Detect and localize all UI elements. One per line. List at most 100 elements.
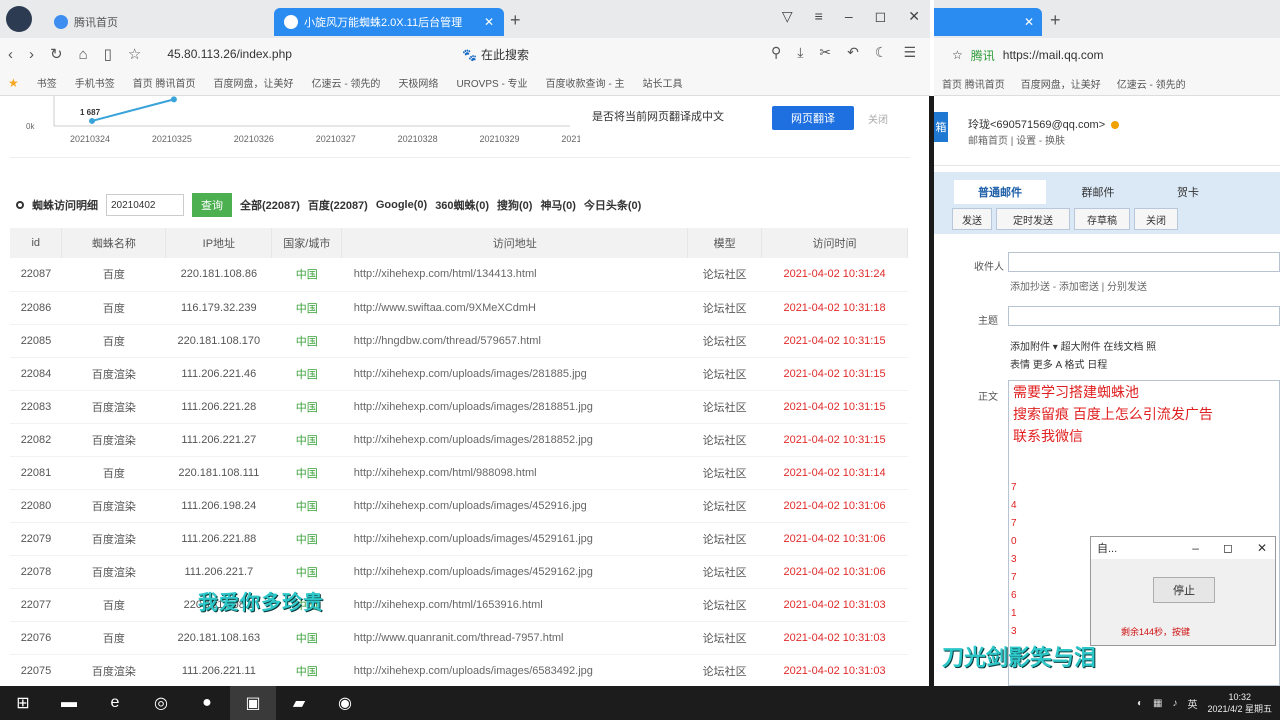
radio-icon[interactable] [16, 201, 24, 209]
new-tab-icon[interactable]: + [1050, 10, 1061, 31]
new-tab-icon[interactable]: + [510, 10, 521, 31]
ime-indicator[interactable]: 英 [1187, 696, 1197, 711]
filter-count-sogou[interactable]: 搜狗(0) [497, 197, 532, 213]
bookmark-item[interactable]: 亿速云 - 领先的 [312, 75, 381, 90]
to-field[interactable] [1008, 252, 1280, 272]
chat-icon[interactable]: ▰ [276, 686, 322, 720]
attach-toolbar[interactable]: 添加附件 ▾ 超大附件 在线文档 照 [1010, 338, 1156, 353]
bookmarks-bar: ★ 书签 手机书签 首页 腾讯首页 百度网盘，让美好 亿速云 - 领先的 天极网… [0, 70, 930, 96]
search-icon[interactable]: ⚲ [771, 44, 781, 61]
home-icon[interactable]: ⌂ [79, 46, 88, 63]
file-explorer-icon[interactable]: ▬ [46, 686, 92, 720]
filter-count-shenma[interactable]: 神马(0) [540, 197, 575, 213]
cell-url[interactable]: http://xihehexp.com/uploads/images/65834… [341, 654, 688, 686]
bookmark-item[interactable]: 亿速云 - 领先的 [1117, 76, 1186, 91]
tab-normal-mail[interactable]: 普通邮件 [954, 180, 1046, 204]
filter-count-toutiao[interactable]: 今日头条(0) [584, 197, 641, 213]
right-tab-qqmail[interactable]: ✕ [934, 8, 1042, 36]
menu-icon[interactable]: ☰ [903, 44, 916, 61]
cell-url[interactable]: http://xihehexp.com/html/988098.html [341, 456, 688, 490]
cell-url[interactable]: http://www.quanranit.com/thread-7957.htm… [341, 621, 688, 655]
undo-icon[interactable]: ↶ [847, 44, 859, 61]
bookmark-item[interactable]: 书签 [37, 75, 57, 90]
bookmark-item[interactable]: 手机书签 [75, 75, 115, 90]
format-toolbar[interactable]: 表情 更多 A 格式 日程 [1010, 356, 1107, 371]
filter-count-360[interactable]: 360蜘蛛(0) [435, 197, 489, 213]
maximize-icon[interactable]: ◻ [875, 8, 887, 25]
system-clock[interactable]: 10:32 2021/4/2 星期五 [1207, 691, 1272, 715]
bookmark-item[interactable]: 百度网盘，让美好 [1021, 76, 1101, 91]
subject-field[interactable] [1008, 306, 1280, 326]
star-icon[interactable]: ☆ [128, 45, 141, 63]
download-icon[interactable]: ⤓ [797, 44, 803, 61]
bookmark-item[interactable]: 站长工具 [642, 75, 682, 90]
cc-links[interactable]: 添加抄送 - 添加密送 | 分别发送 [1010, 278, 1147, 293]
tab-close-icon[interactable]: ✕ [484, 15, 494, 29]
cell-url[interactable]: http://xihehexp.com/uploads/images/45291… [341, 489, 688, 523]
query-button[interactable]: 查询 [192, 193, 232, 217]
close-icon[interactable]: ✕ [1257, 541, 1267, 555]
mail-links[interactable]: 邮箱首页 | 设置 - 换肤 [968, 132, 1065, 147]
filter-count-google[interactable]: Google(0) [376, 199, 427, 211]
user-avatar[interactable] [6, 6, 32, 32]
maximize-icon[interactable]: ◻ [1223, 541, 1233, 555]
record-icon[interactable]: ● [184, 686, 230, 720]
address-bar[interactable]: 45.80.113.26/index.php [167, 47, 292, 61]
tab-group-mail[interactable]: 群邮件 [1058, 180, 1138, 204]
minimize-icon[interactable]: – [1192, 541, 1199, 555]
filter-count-baidu[interactable]: 百度(22087) [308, 197, 368, 213]
bookmark-item[interactable]: 首页 腾讯首页 [942, 76, 1005, 91]
bookmark-item[interactable]: 百度网盘，让美好 [214, 75, 294, 90]
shield-icon[interactable]: ▽ [782, 8, 793, 25]
browser-icon[interactable]: ◎ [138, 686, 184, 720]
tab-tencent-home[interactable]: 腾讯首页 [44, 8, 264, 36]
tab-greeting-card[interactable]: 贺卡 [1148, 180, 1228, 204]
edge-icon[interactable]: e [92, 686, 138, 720]
cell-url[interactable]: http://xihehexp.com/uploads/images/45291… [341, 522, 688, 556]
cell-model: 论坛社区 [687, 522, 762, 556]
translate-button[interactable]: 网页翻译 [772, 106, 854, 130]
cell-url[interactable]: http://xihehexp.com/uploads/images/28188… [341, 357, 688, 391]
bookmark-item[interactable]: 百度收款查询 - 主 [546, 75, 625, 90]
cell-url[interactable]: http://xihehexp.com/html/134413.html [341, 258, 688, 292]
send-button[interactable]: 发送 [952, 208, 992, 230]
refresh-icon[interactable]: ↻ [50, 45, 63, 63]
date-input[interactable] [106, 194, 184, 216]
bookmark-star-icon: ★ [8, 75, 19, 90]
cell-url[interactable]: http://www.swiftaa.com/9XMeXCdmH [341, 291, 688, 325]
volume-icon[interactable]: ♪ [1172, 698, 1177, 709]
cell-url[interactable]: http://hngdbw.com/thread/579657.html [341, 324, 688, 358]
body-label: 正文 [978, 392, 998, 403]
wechat-icon[interactable]: ◐ [1137, 698, 1143, 709]
stop-button[interactable]: 停止 [1153, 577, 1215, 603]
bookmark-item[interactable]: 首页 腾讯首页 [133, 75, 196, 90]
star-icon[interactable]: ☆ [952, 48, 963, 62]
right-address-bar[interactable]: https://mail.qq.com [1003, 48, 1104, 62]
filter-count-all[interactable]: 全部(22087) [240, 197, 300, 213]
save-draft-button[interactable]: 存草稿 [1074, 208, 1130, 230]
bookmark-item[interactable]: 天极网络 [398, 75, 438, 90]
forward-icon[interactable]: › [29, 46, 34, 63]
cell-url[interactable]: http://xihehexp.com/uploads/images/28188… [341, 390, 688, 424]
cell-url[interactable]: http://xihehexp.com/uploads/images/28188… [341, 423, 688, 457]
close-icon[interactable]: ✕ [908, 8, 920, 25]
cut-icon[interactable]: ✂ [819, 44, 831, 61]
close-button[interactable]: 关闭 [1134, 208, 1178, 230]
menu-icon[interactable]: ≡ [815, 8, 823, 25]
bookmark-item[interactable]: UROVPS - 专业 [456, 75, 527, 90]
back-icon[interactable]: ‹ [8, 46, 13, 63]
cell-url[interactable]: http://xihehexp.com/html/1653916.html [341, 588, 688, 622]
translate-close-button[interactable]: 关闭 [868, 111, 888, 126]
windows-start-icon[interactable]: ⊞ [0, 686, 46, 720]
network-icon[interactable]: ▦ [1153, 698, 1162, 709]
search-box[interactable]: 🐾 在此搜索 [462, 46, 529, 63]
reader-icon[interactable]: ▯ [104, 45, 112, 63]
cell-url[interactable]: http://xihehexp.com/uploads/images/45291… [341, 555, 688, 589]
tab-close-icon[interactable]: ✕ [1024, 15, 1034, 29]
qq-browser-icon[interactable]: ◉ [322, 686, 368, 720]
scheduled-send-button[interactable]: 定时发送 [996, 208, 1070, 230]
minimize-icon[interactable]: – [845, 8, 853, 25]
tab-spider-admin[interactable]: 小旋风万能蜘蛛2.0X.11后台管理 ✕ [274, 8, 504, 36]
app-icon[interactable]: ▣ [230, 686, 276, 720]
night-mode-icon[interactable]: ☾ [875, 44, 888, 61]
